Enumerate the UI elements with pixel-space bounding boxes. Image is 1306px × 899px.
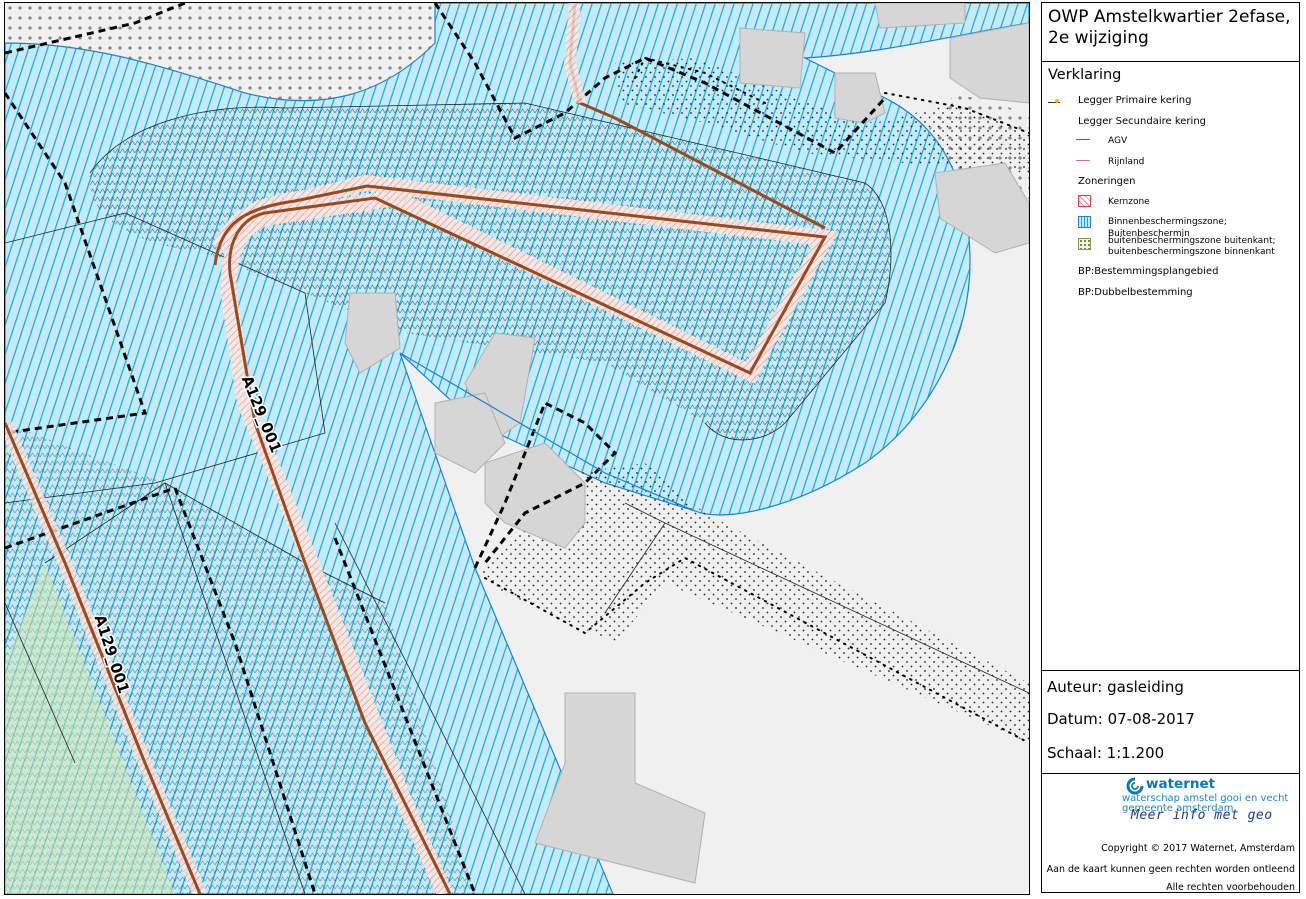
map-view[interactable]: A129_001 A129_001 — [4, 2, 1030, 895]
auteur: Auteur: gasleiding — [1047, 678, 1184, 696]
buiten-swatch — [1078, 238, 1091, 250]
map-title: OWP Amstelkwartier 2efase, 2e wijziging — [1048, 7, 1291, 48]
legend-buiten-1: buitenbeschermingszone buitenkant; — [1108, 236, 1276, 246]
logo-tagline: Meer info met geo — [1131, 808, 1273, 823]
kernzone-swatch — [1078, 195, 1091, 207]
rijnland-swatch — [1076, 160, 1090, 161]
copyright: Copyright © 2017 Waternet, Amsterdam — [1101, 843, 1295, 854]
divider — [1042, 670, 1299, 671]
legend-zoneringen: Zoneringen — [1078, 176, 1136, 187]
legend-agv: AGV — [1108, 136, 1128, 146]
legend-bp-dubbel: BP:Dubbelbestemming — [1078, 287, 1193, 298]
datum: Datum: 07-08-2017 — [1047, 710, 1195, 728]
legend-kernzone: Kernzone — [1108, 197, 1150, 207]
legend-heading: Verklaring — [1048, 67, 1122, 83]
rights: Alle rechten voorbehouden — [1166, 882, 1295, 893]
legend-buiten-2: buitenbeschermingszone binnenkant — [1108, 247, 1275, 257]
divider — [1042, 61, 1299, 62]
schaal: Schaal: 1:1.200 — [1047, 744, 1165, 762]
legend-primaire: Legger Primaire kering — [1078, 95, 1192, 106]
agv-swatch — [1076, 139, 1090, 140]
legend-secundaire: Legger Secundaire kering — [1078, 116, 1206, 127]
legend-panel: OWP Amstelkwartier 2efase, 2e wijziging … — [1041, 2, 1300, 893]
divider — [1042, 773, 1299, 774]
binnen-swatch — [1078, 216, 1091, 228]
logo-name: waternet — [1146, 776, 1216, 792]
disclaimer: Aan de kaart kunnen geen rechten worden … — [1046, 864, 1295, 875]
legend-bp-plan: BP:Bestemmingsplangebied — [1078, 266, 1219, 277]
legend-rijnland: Rijnland — [1108, 157, 1145, 167]
primaire-swatch — [1048, 95, 1060, 103]
